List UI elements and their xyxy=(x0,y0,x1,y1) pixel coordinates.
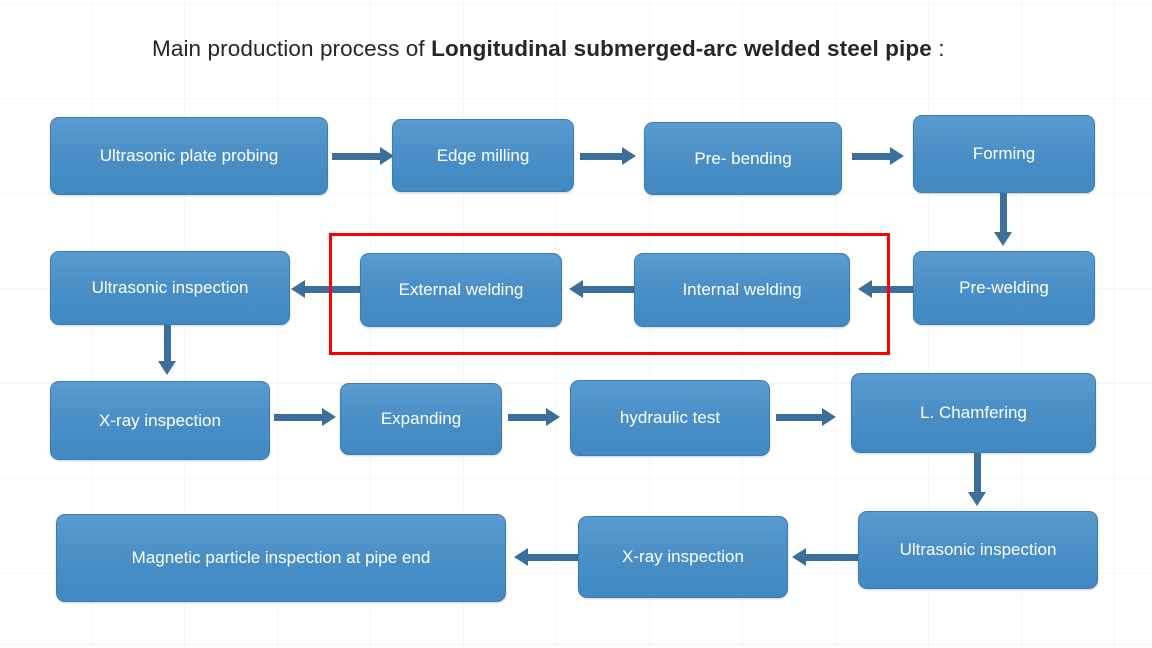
node-l-chamfering[interactable]: L. Chamfering xyxy=(851,373,1096,453)
node-internal-welding[interactable]: Internal welding xyxy=(634,253,850,327)
node-ultrasonic-inspection-1[interactable]: Ultrasonic inspection xyxy=(50,251,290,325)
node-label: Internal welding xyxy=(682,280,802,300)
node-label: External welding xyxy=(398,280,524,300)
node-expanding[interactable]: Expanding xyxy=(340,383,502,455)
node-label: Expanding xyxy=(380,409,462,429)
title-suffix: : xyxy=(931,36,945,61)
node-label: X-ray inspection xyxy=(99,410,221,430)
node-label: hydraulic test xyxy=(619,408,721,428)
background-grid-baseline xyxy=(0,644,1152,645)
node-label: Pre-welding xyxy=(959,278,1049,298)
node-pre-bending[interactable]: Pre- bending xyxy=(644,122,842,195)
node-label: Edge milling xyxy=(436,145,530,165)
node-x-ray-inspection-1[interactable]: X-ray inspection xyxy=(50,381,270,460)
node-label: Ultrasonic plate probing xyxy=(99,146,279,166)
node-label: Pre- bending xyxy=(694,148,792,168)
node-x-ray-inspection-2[interactable]: X-ray inspection xyxy=(578,516,788,598)
node-forming[interactable]: Forming xyxy=(913,115,1095,193)
page-title: Main production process of Longitudinal … xyxy=(152,36,945,62)
node-label: Forming xyxy=(972,144,1036,164)
node-magnetic-particle-inspection[interactable]: Magnetic particle inspection at pipe end xyxy=(56,514,506,602)
title-prefix: Main production process of xyxy=(152,36,432,61)
node-label: L. Chamfering xyxy=(920,403,1027,423)
title-emphasis: Longitudinal submerged-arc welded steel … xyxy=(431,36,932,61)
slide-canvas: Main production process of Longitudinal … xyxy=(0,0,1152,648)
node-edge-milling[interactable]: Edge milling xyxy=(392,119,574,192)
node-external-welding[interactable]: External welding xyxy=(360,253,562,327)
node-ultrasonic-plate-probing[interactable]: Ultrasonic plate probing xyxy=(50,117,328,195)
node-hydraulic-test[interactable]: hydraulic test xyxy=(570,380,770,456)
node-label: Ultrasonic inspection xyxy=(91,278,249,298)
node-ultrasonic-inspection-2[interactable]: Ultrasonic inspection xyxy=(858,511,1098,589)
node-label: X-ray inspection xyxy=(622,547,744,567)
node-label: Ultrasonic inspection xyxy=(899,540,1057,560)
node-pre-welding[interactable]: Pre-welding xyxy=(913,251,1095,325)
node-label: Magnetic particle inspection at pipe end xyxy=(131,548,431,568)
